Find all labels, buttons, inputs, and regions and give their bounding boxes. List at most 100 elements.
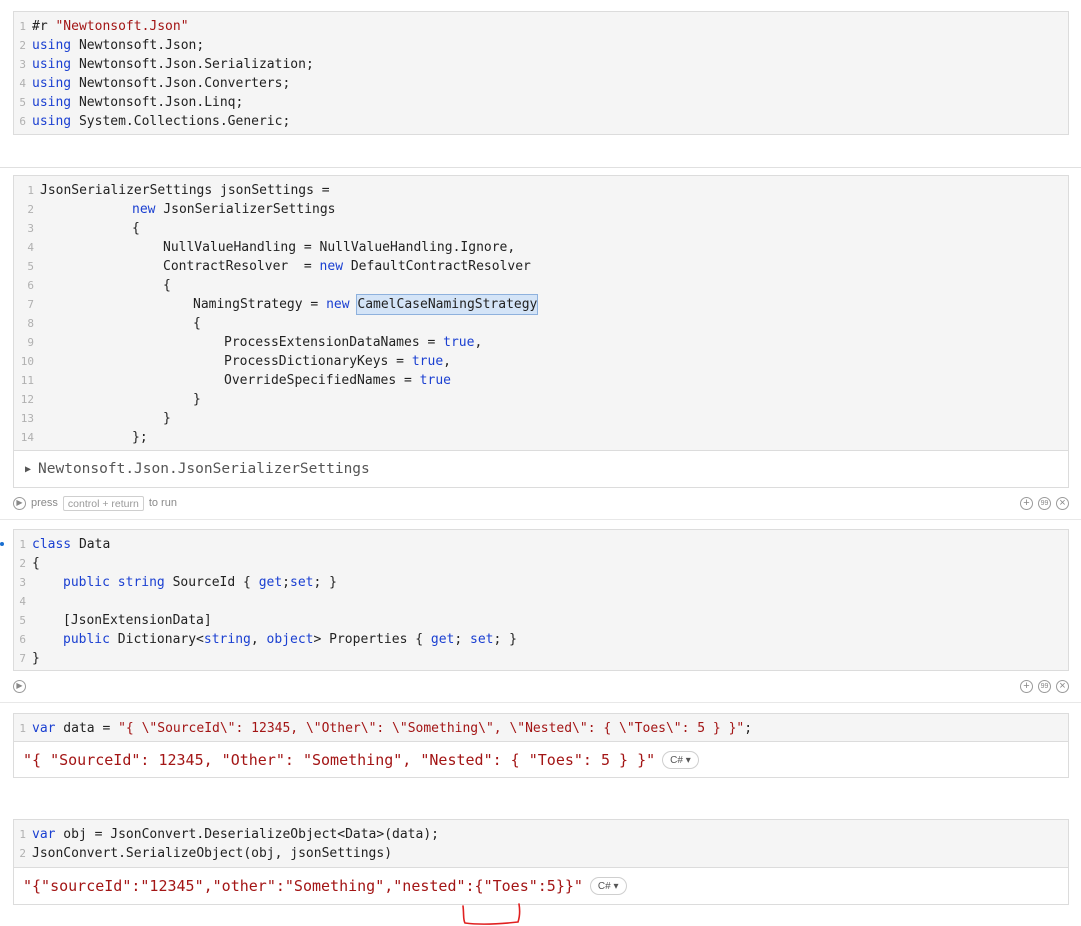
cell-output: "{"sourceId":"12345","other":"Something"… <box>13 868 1069 905</box>
code-text: ; <box>282 575 290 590</box>
code-text: JsonSerializerSettings jsonSettings = <box>40 183 330 198</box>
close-icon[interactable]: × <box>1056 679 1069 693</box>
code-keyword: true <box>419 373 451 388</box>
code-text: ; } <box>493 632 517 647</box>
code-text: SourceId { <box>164 575 259 590</box>
code-editor[interactable]: 1 var obj = JsonConvert.DeserializeObject… <box>13 819 1069 868</box>
code-keyword: using <box>32 95 72 110</box>
code-line: 11 OverrideSpecifiedNames = true <box>14 371 1068 390</box>
code-editor[interactable]: 1 class Data 2 { 3 public string SourceId {… <box>13 529 1069 671</box>
code-text: System.Collections.Generic; <box>71 114 291 129</box>
quote-icon[interactable]: 99 <box>1038 679 1051 693</box>
line-number: 1 <box>19 828 26 841</box>
line-number: 14 <box>20 431 34 444</box>
cell-actions: + 99 × <box>1020 679 1069 693</box>
code-keyword: string <box>117 575 165 590</box>
selected-text[interactable]: CamelCaseNamingStrategy <box>356 294 539 315</box>
code-cell-5[interactable]: 1 var obj = JsonConvert.DeserializeObject… <box>13 819 1069 905</box>
code-line: 3{ <box>14 219 1068 238</box>
code-text: ; <box>744 721 753 736</box>
code-text: { <box>132 221 140 236</box>
line-number: 4 <box>19 77 26 90</box>
code-text: [JsonExtensionData] <box>63 613 212 628</box>
code-line: 8{ <box>14 314 1068 333</box>
cell-divider <box>0 702 1081 703</box>
cell-divider <box>0 519 1081 520</box>
code-editor[interactable]: 1 #r "Newtonsoft.Json" 2 using Newtonsoft.… <box>13 11 1069 135</box>
cell-toolbar: ▶ + 99 × <box>13 677 1069 695</box>
code-keyword: new <box>319 259 344 274</box>
code-string: "{ \"SourceId\": 12345, \"Other\": \"Som… <box>118 721 745 736</box>
line-number: 10 <box>20 355 34 368</box>
code-keyword: object <box>266 632 314 647</box>
add-cell-icon[interactable]: + <box>1020 496 1033 510</box>
press-label: press <box>31 497 58 509</box>
expand-triangle-icon[interactable]: ▶ <box>25 464 31 475</box>
code-text: Data <box>71 537 111 552</box>
line-number: 1 <box>27 184 34 197</box>
code-text: , <box>474 335 483 350</box>
line-number: 4 <box>27 241 34 254</box>
code-keyword: new <box>326 297 350 312</box>
code-line: 6 public Dictionary< string, object > Prope… <box>14 630 1068 649</box>
code-text: { <box>32 556 40 571</box>
code-cell-1[interactable]: 1 #r "Newtonsoft.Json" 2 using Newtonsoft.… <box>13 11 1069 135</box>
code-text: ; } <box>313 575 337 590</box>
code-string: "Newtonsoft.Json" <box>55 19 189 34</box>
code-line: 4 <box>14 592 1068 611</box>
code-text: ContractResolver = <box>163 259 320 274</box>
code-line: 4 NullValueHandling = NullValueHandling.I… <box>14 238 1068 257</box>
language-selector[interactable]: C# ▾ <box>662 750 699 769</box>
code-line: 4 using Newtonsoft.Json.Converters; <box>14 74 1068 93</box>
code-text: Newtonsoft.Json; <box>71 38 205 53</box>
shortcut-hint: control + return <box>62 495 144 511</box>
add-cell-icon[interactable]: + <box>1020 679 1033 693</box>
code-line: 5 using Newtonsoft.Json.Linq; <box>14 93 1068 112</box>
code-line: 1 JsonSerializerSettings jsonSettings = <box>14 181 1068 200</box>
line-number: 1 <box>19 20 26 33</box>
code-text: ProcessDictionaryKeys = <box>224 354 412 369</box>
run-icon[interactable]: ▶ <box>13 496 26 510</box>
code-line: 5 [JsonExtensionData] <box>14 611 1068 630</box>
code-line: 7} <box>14 649 1068 668</box>
line-number: 7 <box>19 652 26 665</box>
code-line: 6 using System.Collections.Generic; <box>14 112 1068 131</box>
output-type-summary[interactable]: Newtonsoft.Json.JsonSerializerSettings <box>38 461 370 477</box>
red-annotation-mark <box>462 903 521 925</box>
code-text: DefaultContractResolver <box>343 259 531 274</box>
code-cell-4[interactable]: 1 var data = "{ \"SourceId\": 12345, \"Ot… <box>13 713 1069 778</box>
code-text: ; <box>454 632 471 647</box>
line-number: 5 <box>19 614 26 627</box>
code-text: } <box>32 651 40 666</box>
code-text: JsonConvert.SerializeObject(obj, jsonSet… <box>32 846 393 861</box>
code-cell-3[interactable]: 1 class Data 2 { 3 public string SourceId {… <box>13 529 1069 671</box>
language-selector[interactable]: C# ▾ <box>589 877 627 895</box>
line-number: 2 <box>19 557 26 570</box>
code-line: 5 ContractResolver = new DefaultContractR… <box>14 257 1068 276</box>
code-editor[interactable]: 1 JsonSerializerSettings jsonSettings = 2… <box>13 175 1069 451</box>
code-keyword: get <box>430 632 455 647</box>
line-number: 2 <box>19 847 26 860</box>
code-text: obj = JsonConvert.DeserializeObject<Data… <box>55 827 439 842</box>
output-string: "{"sourceId":"12345","other":"Something"… <box>23 877 583 895</box>
code-cell-2[interactable]: 1 JsonSerializerSettings jsonSettings = 2… <box>13 175 1069 488</box>
code-text: { <box>193 316 201 331</box>
code-text: data = <box>55 721 119 736</box>
code-text: { <box>163 278 171 293</box>
code-line: 14}; <box>14 428 1068 447</box>
code-line: 3 public string SourceId { get; set; } <box>14 573 1068 592</box>
code-editor[interactable]: 1 var data = "{ \"SourceId\": 12345, \"Ot… <box>13 713 1069 742</box>
code-keyword: true <box>443 335 475 350</box>
code-text: ProcessExtensionDataNames = <box>224 335 444 350</box>
close-icon[interactable]: × <box>1056 496 1069 510</box>
code-keyword: var <box>32 827 56 842</box>
code-line: 10 ProcessDictionaryKeys = true, <box>14 352 1068 371</box>
code-text: #r <box>32 19 56 34</box>
quote-icon[interactable]: 99 <box>1038 496 1051 510</box>
line-number: 6 <box>19 115 26 128</box>
code-text: OverrideSpecifiedNames = <box>224 373 420 388</box>
code-text: Newtonsoft.Json.Converters; <box>71 76 291 91</box>
code-line: 1 class Data <box>14 535 1068 554</box>
run-icon[interactable]: ▶ <box>13 679 26 693</box>
line-number: 1 <box>19 538 26 551</box>
